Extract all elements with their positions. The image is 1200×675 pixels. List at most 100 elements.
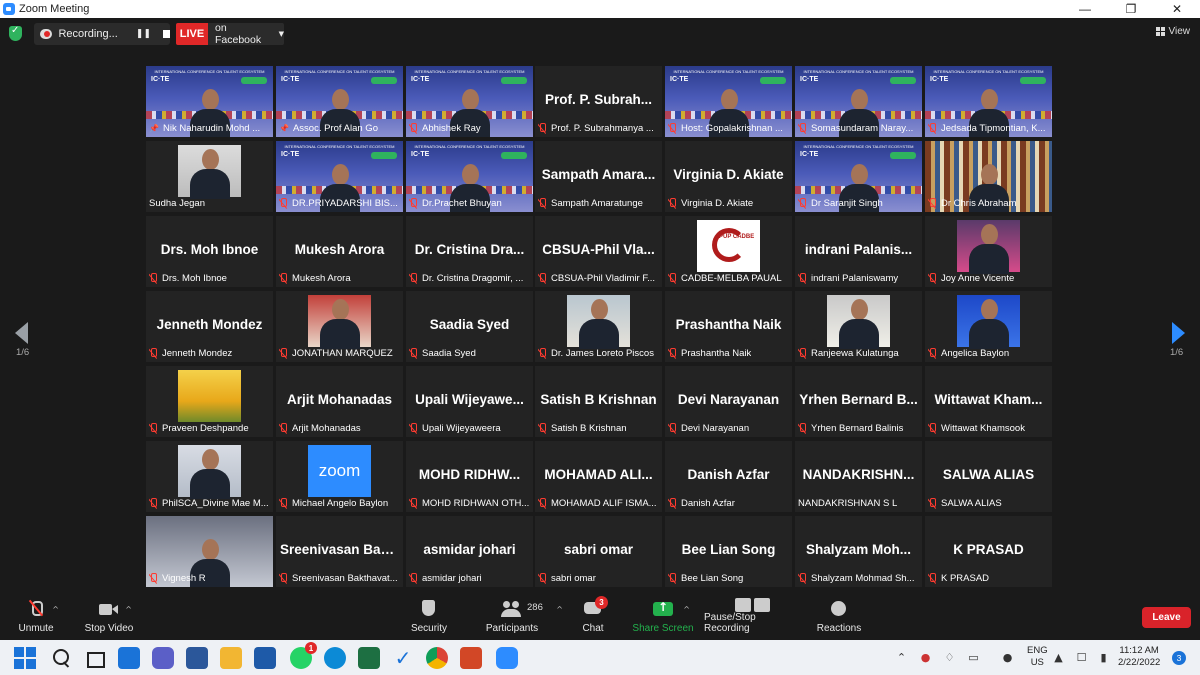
system-clock[interactable]: 11:12 AM 2/22/2022 [1118,645,1160,669]
edge-browser-icon[interactable] [324,647,346,669]
participant-tile[interactable]: Danish Azfar Danish Azfar [665,441,792,512]
pause-recording-icon[interactable]: ❚❚ [136,29,151,39]
todo-check-icon[interactable]: ✓ [392,647,414,669]
participant-tile[interactable]: Sreenivasan Bak... Sreenivasan Bakthavat.… [276,516,403,587]
participant-tile[interactable]: INTERNATIONAL CONFERENCE ON TALENT ECOSY… [146,66,273,137]
task-view-icon[interactable] [84,647,106,669]
participant-tile[interactable]: INTERNATIONAL CONFERENCE ON TALENT ECOSY… [795,141,922,212]
zoom-taskbar-icon[interactable] [496,647,518,669]
participant-display-name: Wittawat Kham... [934,392,1043,407]
leave-button[interactable]: Leave [1142,607,1191,628]
maximize-button[interactable]: ❐ [1108,0,1154,18]
participant-tile[interactable]: CBSUA-Phil Vla... CBSUA-Phil Vladimir F..… [535,216,662,287]
teams-chat-icon[interactable] [152,647,174,669]
participant-tile[interactable]: Yrhen Bernard B... Yrhen Bernard Balinis [795,366,922,437]
antivirus-tray-icon[interactable]: ● [919,651,932,664]
whatsapp-icon[interactable]: 1 [290,642,317,669]
share-screen-button[interactable]: ^ Share Screen [632,595,694,637]
participant-tile[interactable]: Prashantha Naik Prashantha Naik [665,291,792,362]
participant-tile[interactable]: INTERNATIONAL CONFERENCE ON TALENT ECOSY… [276,66,403,137]
participant-tile[interactable]: INTERNATIONAL CONFERENCE ON TALENT ECOSY… [276,141,403,212]
participant-tile[interactable]: INTERNATIONAL CONFERENCE ON TALENT ECOSY… [665,66,792,137]
participant-tile[interactable]: MOHD RIDHW... MOHD RIDHWAN OTH... [406,441,533,512]
participant-tile[interactable]: PUP CADBE CADBE-MELBA PAUAL [665,216,792,287]
participant-tile[interactable]: Dr. Cristina Dra... Dr. Cristina Dragomir… [406,216,533,287]
reactions-button[interactable]: Reactions [816,595,862,637]
participant-tile[interactable]: Virginia D. Akiate Virginia D. Akiate [665,141,792,212]
participant-tile[interactable]: INTERNATIONAL CONFERENCE ON TALENT ECOSY… [925,66,1052,137]
participant-tile[interactable]: sabri omar sabri omar [535,516,662,587]
participant-tile[interactable]: Praveen Deshpande [146,366,273,437]
word-icon[interactable] [186,647,208,669]
microsoft-store-icon[interactable] [254,647,276,669]
chevron-up-icon[interactable]: ^ [683,605,690,614]
participant-tile[interactable]: Satish B Krishnan Satish B Krishnan [535,366,662,437]
network-tray-icon[interactable]: ▭ [967,651,980,664]
participant-tile[interactable]: INTERNATIONAL CONFERENCE ON TALENT ECOSY… [406,141,533,212]
participant-tile[interactable]: Dr. James Loreto Piscos [535,291,662,362]
participant-tile[interactable]: Bee Lian Song Bee Lian Song [665,516,792,587]
participant-tile[interactable]: Sampath Amara... Sampath Amaratunge [535,141,662,212]
participant-tile[interactable]: Saadia Syed Saadia Syed [406,291,533,362]
participant-tile[interactable]: INTERNATIONAL CONFERENCE ON TALENT ECOSY… [795,66,922,137]
participant-tile[interactable]: SALWA ALIAS SALWA ALIAS [925,441,1052,512]
participant-tile[interactable]: Ranjeewa Kulatunga [795,291,922,362]
battery-icon[interactable]: ▮ [1097,651,1110,664]
participant-tile[interactable]: Prof. P. Subrah... Prof. P. Subrahmanya .… [535,66,662,137]
participant-tile[interactable]: asmidar johari asmidar johari [406,516,533,587]
participant-tile[interactable]: Mukesh Arora Mukesh Arora [276,216,403,287]
security-button[interactable]: Security [408,595,450,637]
participant-tile[interactable]: Wittawat Kham... Wittawat Khamsook [925,366,1052,437]
participant-tile[interactable]: Jenneth Mondez Jenneth Mondez [146,291,273,362]
participant-tile[interactable]: Angelica Baylon [925,291,1052,362]
microphone-tray-icon[interactable]: ● [1001,651,1014,664]
unmute-button[interactable]: ^ Unmute [14,595,59,637]
encryption-shield-icon[interactable] [9,25,22,41]
chrome-icon[interactable] [426,647,448,669]
participant-tile[interactable]: Joy Anne Vicente [925,216,1052,287]
participant-tile[interactable]: MOHAMAD ALI... MOHAMAD ALIF ISMA... [535,441,662,512]
powerpoint-icon[interactable] [460,647,482,669]
chevron-up-icon[interactable]: ^ [52,605,59,614]
widgets-icon[interactable] [118,647,140,669]
input-language-indicator[interactable]: ENG US [1027,645,1048,669]
notification-center-badge[interactable]: 3 [1172,651,1186,665]
participant-tile[interactable]: NANDAKRISHN... NANDAKRISHNAN S L [795,441,922,512]
participant-tile[interactable]: Devi Narayanan Devi Narayanan [665,366,792,437]
stop-recording-icon[interactable] [162,30,170,38]
excel-icon[interactable] [358,647,380,669]
participant-tile[interactable]: zoom Michael Angelo Baylon [276,441,403,512]
participant-tile[interactable]: Sudha Jegan [146,141,273,212]
dropbox-tray-icon[interactable]: ♢ [943,651,956,664]
participant-tile[interactable]: PhilSCA_Divine Mae M... [146,441,273,512]
pause-stop-recording-button[interactable]: Pause/Stop Recording [704,595,804,637]
chat-button[interactable]: 3 Chat [578,595,608,637]
windows-start-icon[interactable] [14,647,36,669]
speaker-muted-icon[interactable]: ☐ [1075,651,1088,664]
participant-tile[interactable]: Upali Wijeyawe... Upali Wijeyaweera [406,366,533,437]
view-button[interactable]: View [1155,26,1190,37]
participant-tile[interactable]: Arjit Mohanadas Arjit Mohanadas [276,366,403,437]
search-icon[interactable] [50,647,72,669]
wifi-tray-icon[interactable]: ▲ [1052,651,1065,664]
participant-tile[interactable]: Shalyzam Moh... Shalyzam Mohmad Sh... [795,516,922,587]
close-button[interactable]: ✕ [1154,0,1200,18]
participant-tile[interactable]: INTERNATIONAL CONFERENCE ON TALENT ECOSY… [406,66,533,137]
participant-tile[interactable]: JONATHAN MARQUEZ [276,291,403,362]
minimize-button[interactable]: — [1062,0,1108,18]
participant-video [957,295,1020,349]
chevron-up-icon[interactable]: ^ [556,605,563,614]
participant-tile[interactable]: K PRASAD K PRASAD [925,516,1052,587]
chevron-up-icon[interactable]: ^ [125,605,132,614]
file-explorer-icon[interactable] [220,647,242,669]
participant-tile[interactable]: Vignesh R [146,516,273,587]
participant-tile[interactable]: indrani Palanis... indrani Palaniswamy [795,216,922,287]
live-destination-dropdown[interactable]: on Facebook ▼ [208,22,284,46]
participants-button[interactable]: 286 ^ Participants [484,595,563,637]
participant-name: Sudha Jegan [149,197,205,209]
stop-video-button[interactable]: ^ Stop Video [84,595,134,637]
chevron-up-tray-icon[interactable]: ⌃ [895,651,908,664]
participant-tile[interactable]: Dr Chris Abraham [925,141,1052,212]
participant-name: Bee Lian Song [681,572,744,584]
participant-tile[interactable]: Drs. Moh Ibnoe Drs. Moh Ibnoe [146,216,273,287]
